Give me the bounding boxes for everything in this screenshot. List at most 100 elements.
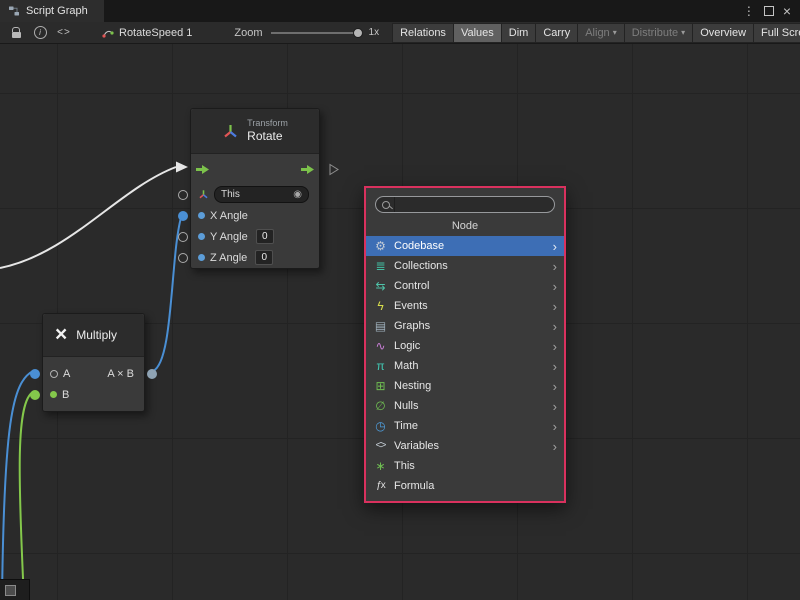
finder-item[interactable]: ≣ Collections › <box>366 256 564 276</box>
this-port[interactable] <box>178 190 188 200</box>
finder-item[interactable]: ▤ Graphs › <box>366 316 564 336</box>
y-angle-pip <box>198 233 205 240</box>
category-icon: <> <box>373 441 388 451</box>
flow-output-port[interactable] <box>300 164 315 175</box>
finder-item[interactable]: ⊞ Nesting › <box>366 376 564 396</box>
code-preview-button[interactable]: <> <box>52 24 76 42</box>
chevron-right-icon: › <box>553 260 559 273</box>
finder-item[interactable]: <> Variables › <box>366 436 564 456</box>
lock-icon <box>12 27 21 38</box>
finder-item[interactable]: ∿ Logic › <box>366 336 564 356</box>
category-icon: ϟ <box>373 300 388 312</box>
chevron-right-icon: › <box>553 420 559 433</box>
x-angle-port[interactable] <box>178 211 188 221</box>
finder-item[interactable]: π Math › <box>366 356 564 376</box>
port-label: Y Angle <box>210 231 248 243</box>
breadcrumb-label: RotateSpeed 1 <box>119 27 192 39</box>
port-row-this: This ◉ <box>191 184 319 205</box>
maximize-icon[interactable] <box>764 6 774 16</box>
node-multiply[interactable]: × Multiply A A × B B <box>42 313 145 412</box>
finder-item[interactable]: ◷ Time › <box>366 416 564 436</box>
align-button[interactable]: Align ▾ <box>577 23 624 43</box>
overview-button[interactable]: Overview <box>692 23 754 43</box>
lock-button[interactable] <box>4 24 28 42</box>
wire-green-offscreen[interactable] <box>20 392 33 600</box>
zoom-slider-track[interactable] <box>271 32 363 34</box>
info-icon: i <box>34 26 47 39</box>
node-category: Transform <box>247 118 288 129</box>
z-angle-value-field[interactable]: 0 <box>255 250 273 265</box>
finder-item-label: Collections <box>394 260 448 272</box>
align-label: Align <box>585 27 609 39</box>
port-row-b: B <box>43 384 144 405</box>
graph-toolbar: i <> RotateSpeed 1 Zoom 1x Relations Val… <box>0 22 800 44</box>
flow-input-port[interactable] <box>195 164 210 175</box>
a-port[interactable] <box>30 369 40 379</box>
wire-white[interactable] <box>0 167 176 268</box>
fullscreen-button[interactable]: Full Screen <box>753 23 800 43</box>
this-field-label: This <box>221 189 240 200</box>
port-row-a: A A × B <box>43 363 144 384</box>
y-angle-value-field[interactable]: 0 <box>256 229 274 244</box>
flow-port-row <box>191 154 319 184</box>
relations-button[interactable]: Relations <box>392 23 454 43</box>
finder-item[interactable]: ∗ This <box>366 456 564 476</box>
port-label: Z Angle <box>210 252 247 264</box>
port-label: B <box>62 389 69 401</box>
zoom-value: 1x <box>369 27 380 38</box>
close-icon[interactable]: × <box>783 4 791 18</box>
code-icon: <> <box>57 27 71 38</box>
category-icon: ⇆ <box>373 280 388 292</box>
finder-item-label: Formula <box>394 480 434 492</box>
x-angle-pip <box>198 212 205 219</box>
search-input[interactable] <box>400 197 548 212</box>
finder-item-label: Nulls <box>394 400 418 412</box>
distribute-button[interactable]: Distribute ▾ <box>624 23 693 43</box>
finder-item-label: Codebase <box>394 240 444 252</box>
search-field[interactable] <box>375 196 555 213</box>
z-angle-port[interactable] <box>178 253 188 263</box>
node-transform-rotate[interactable]: Transform Rotate <box>190 108 320 269</box>
finder-item-label: Variables <box>394 440 439 452</box>
fuzzy-finder-list: ⚙ Codebase › ≣ Collections › ⇆ Control ›… <box>366 236 564 501</box>
window-menu-icon[interactable]: ⋮ <box>743 5 755 17</box>
result-port[interactable] <box>147 369 157 379</box>
finder-item[interactable]: ∅ Nulls › <box>366 396 564 416</box>
finder-item[interactable]: ϟ Events › <box>366 296 564 316</box>
background-window-tab[interactable] <box>0 579 30 600</box>
info-button[interactable]: i <box>28 24 52 42</box>
wire-blue-offscreen[interactable] <box>2 371 33 600</box>
carry-button[interactable]: Carry <box>535 23 578 43</box>
finder-item-label: Graphs <box>394 320 430 332</box>
category-icon: ≣ <box>373 260 388 272</box>
finder-item[interactable]: ⚙ Codebase › <box>366 236 564 256</box>
port-row-y-angle: Y Angle 0 <box>191 226 319 247</box>
zoom-slider-knob[interactable] <box>353 28 363 38</box>
zoom-slider[interactable] <box>271 26 363 40</box>
node-title: Rotate <box>247 129 288 144</box>
port-label: X Angle <box>210 210 248 222</box>
port-label: A <box>63 368 70 380</box>
b-port[interactable] <box>30 390 40 400</box>
finder-item[interactable]: ⇆ Control › <box>366 276 564 296</box>
graph-breadcrumb[interactable]: RotateSpeed 1 <box>102 27 192 39</box>
category-icon: ◷ <box>373 420 388 432</box>
a-pip <box>50 370 58 378</box>
finder-item[interactable]: ƒx Formula <box>366 476 564 496</box>
tab-script-graph[interactable]: Script Graph <box>0 0 104 22</box>
category-icon: π <box>373 360 388 372</box>
y-angle-port[interactable] <box>178 232 188 242</box>
category-icon: ∿ <box>373 340 388 352</box>
z-angle-pip <box>198 254 205 261</box>
window-controls: ⋮ × <box>743 0 800 22</box>
this-object-field[interactable]: This ◉ <box>214 186 309 203</box>
transform-icon <box>222 123 239 140</box>
script-graph-icon <box>8 5 20 17</box>
relation-arrow-icon <box>329 163 339 176</box>
values-button[interactable]: Values <box>453 23 502 43</box>
graph-canvas[interactable]: Transform Rotate <box>0 44 800 600</box>
category-icon: ∅ <box>373 400 388 412</box>
chevron-right-icon: › <box>553 440 559 453</box>
object-picker-icon[interactable]: ◉ <box>293 190 302 200</box>
dim-button[interactable]: Dim <box>501 23 537 43</box>
